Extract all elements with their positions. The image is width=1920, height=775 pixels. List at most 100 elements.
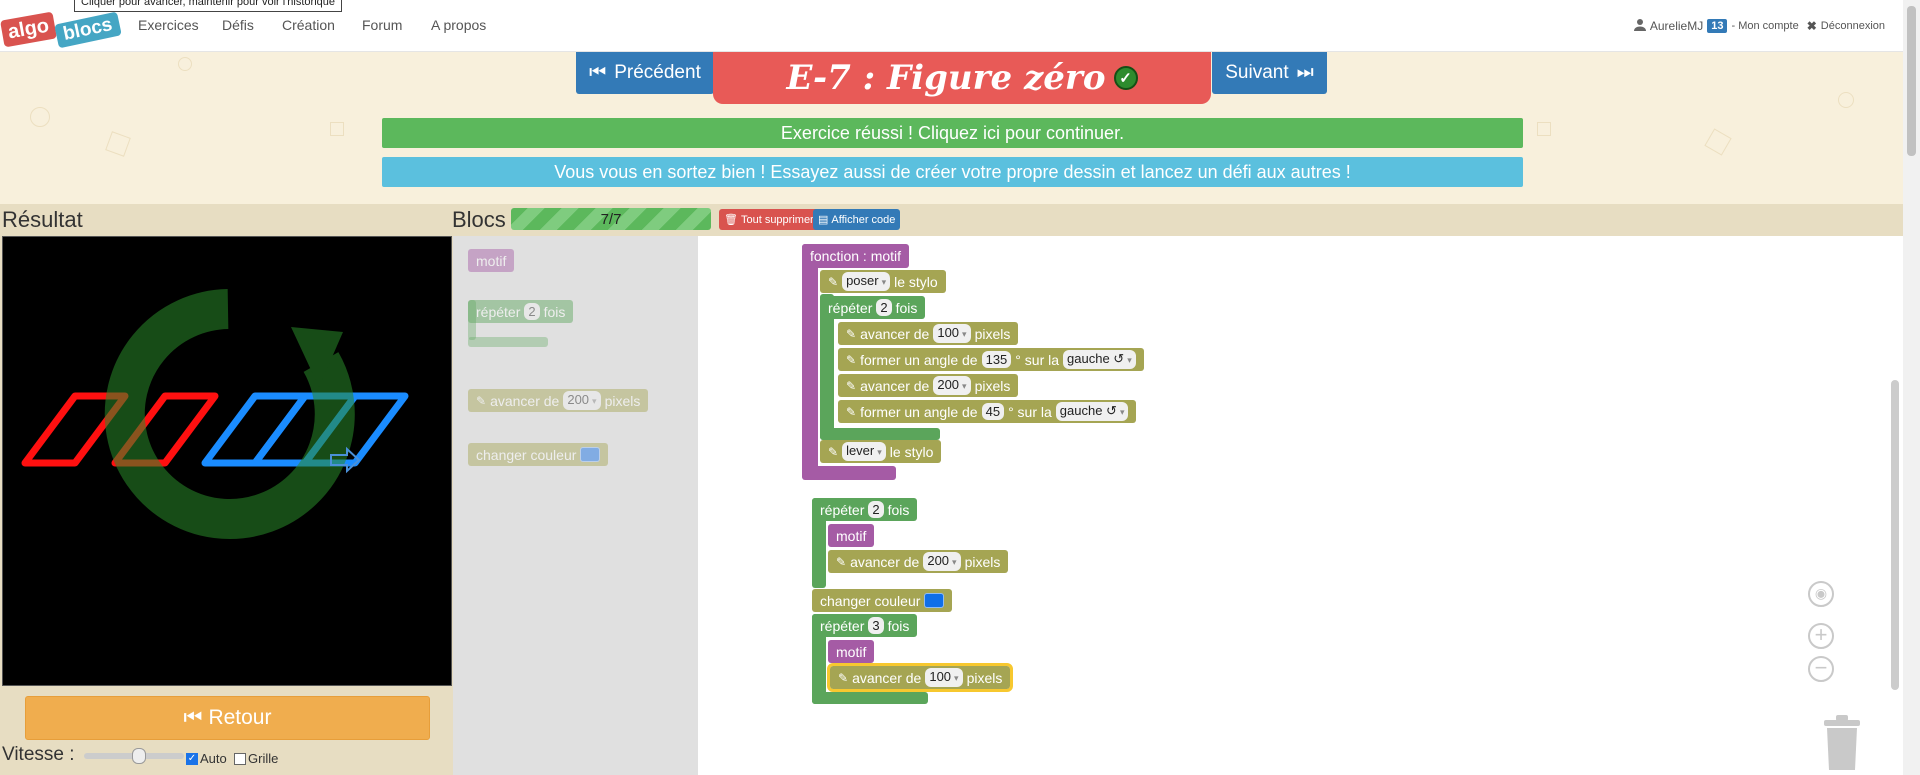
toolbox-repeat-block[interactable]: répéter 2 fois xyxy=(468,300,574,323)
logout-link[interactable]: Déconnexion xyxy=(1821,20,1885,32)
forward-post: pixels xyxy=(974,325,1011,342)
forward-block[interactable]: ✎ avancer de 200 ▾ pixels xyxy=(838,374,1019,397)
forward-post: pixels xyxy=(964,553,1001,570)
block-workspace[interactable]: fonction : motif ✎ poser ▾ le stylo répét… xyxy=(698,236,1903,775)
motif-call-block[interactable]: motif xyxy=(828,640,875,663)
auto-label: Auto xyxy=(200,751,227,766)
grid-label: Grille xyxy=(248,751,279,766)
turn-direction[interactable]: gauche ↺ ▾ xyxy=(1055,402,1129,421)
forward-value[interactable]: 100 ▾ xyxy=(933,324,971,343)
turn-mid: ° sur la xyxy=(1008,403,1052,420)
nav-defis[interactable]: Défis xyxy=(222,17,254,33)
pen-down-dropdown[interactable]: poser ▾ xyxy=(842,272,891,291)
repeat-block-1[interactable]: répéter 2 fois xyxy=(812,498,918,521)
delete-all-label: Tout supprimer xyxy=(740,213,814,226)
forward-pre: avancer de xyxy=(860,377,930,394)
function-header-block[interactable]: fonction : motif xyxy=(802,244,910,268)
function-header-label: fonction : motif xyxy=(810,248,902,264)
logo[interactable]: algo blocs xyxy=(0,6,124,49)
forward-block[interactable]: ✎ avancer de 100 ▾ pixels xyxy=(838,322,1019,345)
grid-checkbox[interactable]: Grille xyxy=(234,751,278,766)
nav-creation[interactable]: Création xyxy=(282,17,335,33)
replay-overlay-icon[interactable] xyxy=(104,289,355,539)
username[interactable]: AurelieMJ xyxy=(1650,19,1703,33)
change-color-block[interactable]: changer couleur xyxy=(812,589,953,612)
toolbox-repeat-count[interactable]: 2 xyxy=(524,303,540,320)
toolbox-motif-block[interactable]: motif xyxy=(468,249,515,272)
pen-up-block[interactable]: ✎ lever ▾ le stylo xyxy=(820,440,942,463)
block-count-progress: 7/7 xyxy=(511,208,711,230)
grid-checkbox-box[interactable] xyxy=(234,752,246,765)
repeat1-count[interactable]: 2 xyxy=(868,501,884,518)
show-code-button[interactable]: ▤ Afficher code xyxy=(813,209,901,230)
dropdown-arrow-icon: ▾ xyxy=(881,277,887,287)
zoom-out-icon[interactable]: − xyxy=(1808,656,1834,682)
account-link[interactable]: - Mon compte xyxy=(1731,20,1798,32)
next-button[interactable]: Suivant ⏭ xyxy=(1212,52,1327,94)
pencil-icon: ✎ xyxy=(846,326,857,341)
turn-block[interactable]: ✎ former un angle de 135 ° sur la gauche… xyxy=(838,348,1144,371)
center-icon[interactable]: ◉ xyxy=(1808,581,1834,607)
trash-can-icon[interactable] xyxy=(1822,714,1860,770)
page-scrollbar-thumb[interactable] xyxy=(1907,6,1916,156)
forward-value[interactable]: 200 ▾ xyxy=(933,376,971,395)
inner-repeat-block[interactable]: répéter 2 fois xyxy=(820,296,926,319)
zoom-in-icon[interactable]: + xyxy=(1808,623,1834,649)
workspace-scrollbar[interactable] xyxy=(1891,380,1899,690)
forward-value-text: 200 xyxy=(937,377,960,392)
nav-exercices[interactable]: Exercices xyxy=(138,17,199,33)
forward-block[interactable]: ✎ avancer de 200 ▾ pixels xyxy=(828,550,1009,573)
nav-apropos[interactable]: A propos xyxy=(431,17,486,33)
back-button[interactable]: ⏮ Retour xyxy=(25,696,430,740)
color-swatch[interactable] xyxy=(580,447,601,462)
speed-slider-knob[interactable] xyxy=(132,748,146,764)
pencil-icon: ✎ xyxy=(828,444,839,459)
drawing-svg xyxy=(21,289,409,539)
delete-all-button[interactable]: 🗑 Tout supprimer xyxy=(719,209,819,230)
turn-direction[interactable]: gauche ↺ ▾ xyxy=(1063,350,1136,369)
result-panel: ⏮ Retour Vitesse : ✓ Auto Grille xyxy=(0,236,453,775)
motif-call-block[interactable]: motif xyxy=(828,524,875,547)
dropdown-arrow-icon: ▾ xyxy=(962,329,967,339)
info-banner[interactable]: Vous vous en sortez bien ! Essayez aussi… xyxy=(382,157,1523,187)
turn-block[interactable]: ✎ former un angle de 45 ° sur la gauche … xyxy=(838,400,1137,423)
drawing-canvas[interactable] xyxy=(2,236,452,686)
success-banner[interactable]: Exercice réussi ! Cliquez ici pour conti… xyxy=(382,118,1523,148)
auto-checkbox[interactable]: ✓ Auto xyxy=(186,751,227,766)
turn-pre: former un angle de xyxy=(860,403,978,420)
repeat-block-2[interactable]: répéter 3 fois xyxy=(812,614,918,637)
repeat2-foot xyxy=(812,692,928,704)
forward-block-selected[interactable]: ✎ avancer de 100 ▾ pixels xyxy=(826,663,1014,692)
dropdown-arrow-icon: ▾ xyxy=(952,557,957,567)
turn-direction-text: gauche ↺ xyxy=(1059,403,1117,418)
toolbox-forward-value[interactable]: 200 ▾ xyxy=(563,391,601,410)
toolbox-forward-block[interactable]: ✎ avancer de 200 ▾ pixels xyxy=(468,389,649,412)
dropdown-arrow-icon: ▾ xyxy=(1127,355,1132,365)
pen-up-dropdown[interactable]: lever ▾ xyxy=(842,442,886,461)
repeat2-count[interactable]: 3 xyxy=(868,617,884,634)
previous-button[interactable]: ⏮ Précédent xyxy=(576,52,714,94)
pen-down-block[interactable]: ✎ poser ▾ le stylo xyxy=(820,270,946,293)
forward-pre: avancer de xyxy=(850,553,920,570)
toolbox-color-block[interactable]: changer couleur xyxy=(468,443,609,466)
close-icon: ✖ xyxy=(1806,19,1817,33)
nav-forum[interactable]: Forum xyxy=(362,17,402,33)
page-scrollbar[interactable] xyxy=(1903,0,1920,775)
turn-angle[interactable]: 135 xyxy=(981,351,1012,368)
show-code-label: Afficher code xyxy=(831,213,896,226)
forward-value[interactable]: 200 ▾ xyxy=(923,552,961,571)
turn-direction-text: gauche ↺ xyxy=(1067,351,1125,366)
repeat1-pre: répéter xyxy=(820,501,865,518)
turn-angle[interactable]: 45 xyxy=(981,403,1005,420)
forward-value[interactable]: 100 ▾ xyxy=(925,668,963,687)
decor-shape xyxy=(330,122,344,136)
color-swatch[interactable] xyxy=(924,593,945,608)
dropdown-arrow-icon: ▾ xyxy=(962,381,967,391)
speed-slider[interactable] xyxy=(84,748,184,764)
code-icon: ▤ xyxy=(818,214,829,226)
navbar: algo blocs Cliquer pour avancer, mainten… xyxy=(0,0,1903,52)
toolbox-forward-pre: avancer de xyxy=(490,392,560,409)
auto-checkbox-box[interactable]: ✓ xyxy=(186,752,198,765)
inner-repeat-count[interactable]: 2 xyxy=(876,299,892,316)
function-block-arm xyxy=(802,244,818,479)
